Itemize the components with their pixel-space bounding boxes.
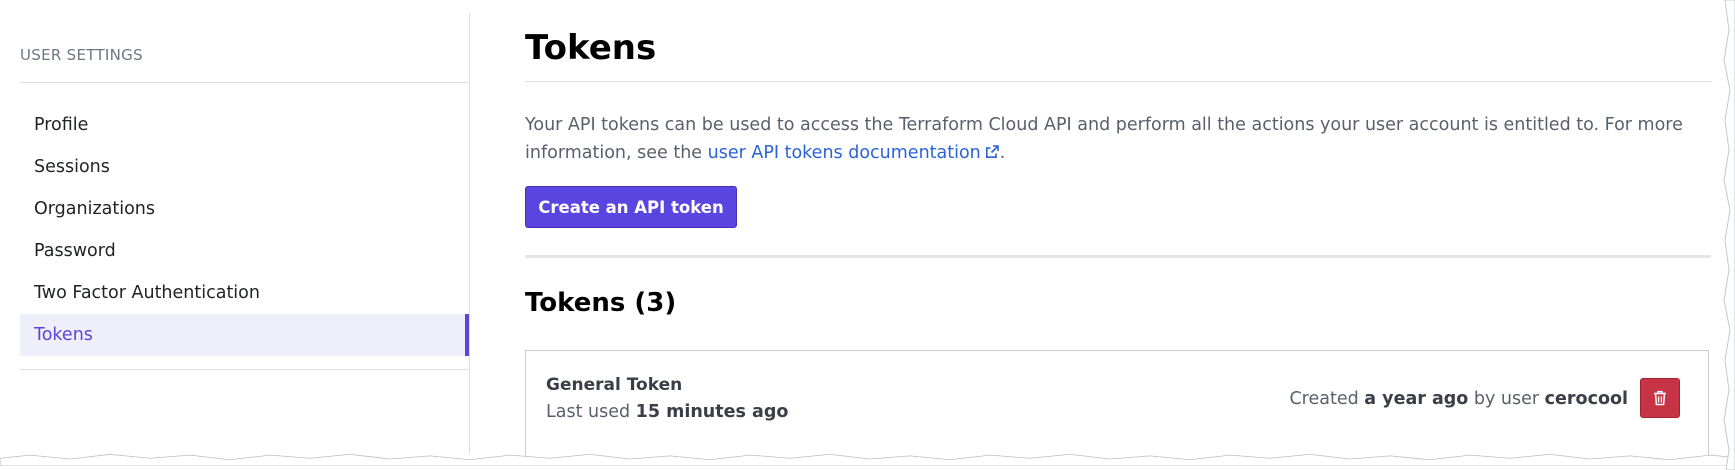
token-last-used-value: 15 minutes ago [635,402,789,422]
torn-edge-bottom [0,453,1735,466]
sidebar-nav: Profile Sessions Organizations Password … [20,104,469,356]
tokens-section-title: Tokens (3) [525,288,677,318]
doc-link[interactable]: user API tokens documentation [708,143,1000,163]
token-card: General Token Last used 15 minutes ago C… [525,350,1709,462]
token-created-value: a year ago [1364,389,1469,409]
delete-token-button[interactable] [1640,378,1680,418]
token-last-used-label: Last used [546,402,636,422]
sidebar-heading: USER SETTINGS [20,46,143,64]
description-suffix: . [999,143,1006,163]
main-content: Tokens Your API tokens can be used to ac… [525,14,1711,462]
page-title: Tokens [525,28,657,68]
torn-edge-right [1723,0,1735,470]
token-created-by: cerocool [1544,389,1628,409]
sidebar: USER SETTINGS Profile Sessions Organizat… [20,14,470,454]
sidebar-item-organizations[interactable]: Organizations [20,188,469,230]
token-name: General Token [546,375,683,395]
title-divider [525,81,1711,82]
settings-page: USER SETTINGS Profile Sessions Organizat… [0,0,1735,470]
sidebar-divider-bottom [20,369,468,370]
sidebar-item-two-factor-authentication[interactable]: Two Factor Authentication [20,272,469,314]
sidebar-item-tokens[interactable]: Tokens [20,314,469,356]
tokens-description: Your API tokens can be used to access th… [525,111,1711,167]
torn-edge-top [0,0,1735,9]
sidebar-divider [20,82,468,83]
sidebar-item-profile[interactable]: Profile [20,104,469,146]
external-link-icon [985,145,999,158]
token-created-by-label: by user [1468,389,1545,409]
token-last-used: Last used 15 minutes ago [546,402,788,422]
doc-link-label: user API tokens documentation [707,143,981,163]
description-text: Your API tokens can be used to access th… [525,115,1683,163]
sidebar-item-sessions[interactable]: Sessions [20,146,469,188]
token-created-label: Created [1289,389,1365,409]
sidebar-item-password[interactable]: Password [20,230,469,272]
token-created: Created a year ago by user cerocool [1289,389,1628,409]
section-divider [525,255,1711,258]
create-api-token-button[interactable]: Create an API token [525,186,737,228]
trash-icon [1654,390,1666,406]
